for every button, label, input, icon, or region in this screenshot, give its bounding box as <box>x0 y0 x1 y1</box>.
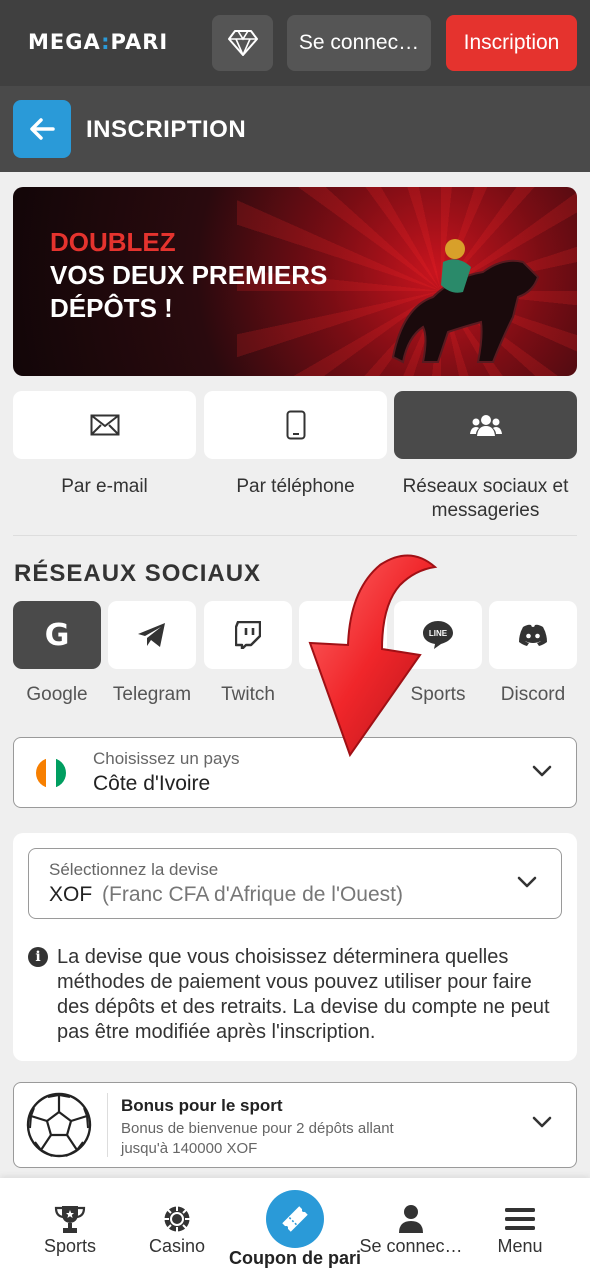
social-telegram-label: Telegram <box>112 684 192 705</box>
social-hidden-button[interactable] <box>299 601 387 669</box>
bottom-navigation: Sports Casino Coupon de pari Se connec… … <box>0 1178 590 1280</box>
method-email-tab[interactable] <box>13 391 196 459</box>
social-telegram-button[interactable] <box>108 601 196 669</box>
register-button[interactable]: Inscription <box>446 15 577 71</box>
nav-casino[interactable]: Casino <box>122 1178 232 1280</box>
bonus-title: Bonus pour le sport <box>121 1096 283 1115</box>
banner-headline-red: DOUBLEZ <box>50 227 176 257</box>
currency-name: (Franc CFA d'Afrique de l'Ouest) <box>102 883 403 906</box>
chevron-down-icon <box>532 1116 552 1128</box>
page-title: INSCRIPTION <box>86 116 247 143</box>
bonus-divider <box>107 1093 108 1157</box>
method-social-tab[interactable] <box>394 391 577 459</box>
social-line-button[interactable]: LINE <box>394 601 482 669</box>
nav-coupon-button[interactable] <box>266 1190 324 1248</box>
currency-code: XOF <box>49 883 93 906</box>
logo-text-right: PARI <box>110 30 169 54</box>
social-google-button[interactable]: G <box>13 601 101 669</box>
social-section-title: RÉSEAUX SOCIAUX <box>14 560 262 587</box>
jockey-horse-illustration <box>391 239 540 364</box>
login-button[interactable]: Se connec… <box>287 15 431 71</box>
discord-icon <box>519 624 547 646</box>
info-icon: i <box>28 947 48 967</box>
country-select[interactable]: Choisissez un pays Côte d'Ivoire <box>13 737 577 808</box>
currency-select[interactable]: Sélectionnez la devise XOF (Franc CFA d'… <box>28 848 562 919</box>
trophy-icon <box>54 1206 86 1233</box>
chevron-down-icon <box>517 876 537 888</box>
nav-sports-label: Sports <box>43 1236 97 1256</box>
nav-coupon-label: Coupon de pari <box>229 1248 361 1268</box>
social-discord-button[interactable] <box>489 601 577 669</box>
method-phone-tab[interactable] <box>204 391 387 459</box>
svg-text:LINE: LINE <box>429 629 448 638</box>
section-divider <box>13 535 577 536</box>
nav-login[interactable]: Se connec… <box>356 1178 466 1280</box>
telegram-icon <box>138 623 165 647</box>
country-select-label: Choisissez un pays <box>93 749 240 768</box>
logo-separator: : <box>101 30 111 54</box>
top-header: MEGA:PARI Se connec… Inscription <box>0 0 590 86</box>
bonus-description: Bonus de bienvenue pour 2 dépôts allant … <box>121 1120 394 1157</box>
envelope-icon <box>90 414 119 436</box>
nav-casino-label: Casino <box>148 1236 206 1256</box>
currency-info-text: La devise que vous choisissez déterminer… <box>57 946 550 1043</box>
country-select-value: Côte d'Ivoire <box>93 772 211 795</box>
soccer-ball-icon <box>26 1092 92 1158</box>
nav-menu[interactable]: Menu <box>465 1178 575 1280</box>
currency-card: Sélectionnez la devise XOF (Franc CFA d'… <box>13 833 577 1061</box>
users-icon <box>469 415 502 436</box>
casino-chip-icon <box>164 1206 190 1232</box>
back-button[interactable] <box>13 100 71 158</box>
nav-menu-label: Menu <box>497 1236 543 1256</box>
arrow-left-icon <box>30 118 55 140</box>
bonus-select[interactable]: Bonus pour le sport Bonus de bienvenue p… <box>13 1082 577 1168</box>
cote-divoire-flag-icon <box>36 758 66 788</box>
promo-banner[interactable]: DOUBLEZ VOS DEUX PREMIERS DÉPÔTS ! <box>13 187 577 376</box>
megapari-logo[interactable]: MEGA:PARI <box>28 30 168 54</box>
social-google-label: Google <box>26 684 88 705</box>
diamond-icon <box>227 30 258 56</box>
social-twitch-label: Twitch <box>221 684 275 705</box>
social-twitch-button[interactable] <box>204 601 292 669</box>
ticket-icon <box>282 1206 308 1232</box>
logo-text-left: MEGA <box>28 30 102 54</box>
twitch-icon <box>235 621 261 649</box>
hamburger-menu-icon <box>505 1208 535 1230</box>
chevron-down-icon <box>532 765 552 777</box>
line-icon: LINE <box>423 621 453 649</box>
method-phone-label: Par téléphone <box>236 476 355 497</box>
user-icon <box>399 1205 423 1233</box>
nav-sports[interactable]: Sports <box>15 1178 125 1280</box>
page-header: INSCRIPTION <box>0 86 590 172</box>
method-social-label: Réseaux sociaux et messageries <box>402 476 569 521</box>
nav-login-label: Se connec… <box>359 1236 463 1256</box>
currency-select-label: Sélectionnez la devise <box>49 860 219 879</box>
google-icon: G <box>44 617 70 653</box>
phone-icon <box>286 410 305 440</box>
banner-headline-white: VOS DEUX PREMIERS DÉPÔTS ! <box>50 260 328 323</box>
social-discord-label: Discord <box>500 684 566 705</box>
method-email-label: Par e-mail <box>61 476 148 497</box>
vip-diamond-button[interactable] <box>212 15 273 71</box>
social-line-label: Sports <box>410 684 466 705</box>
